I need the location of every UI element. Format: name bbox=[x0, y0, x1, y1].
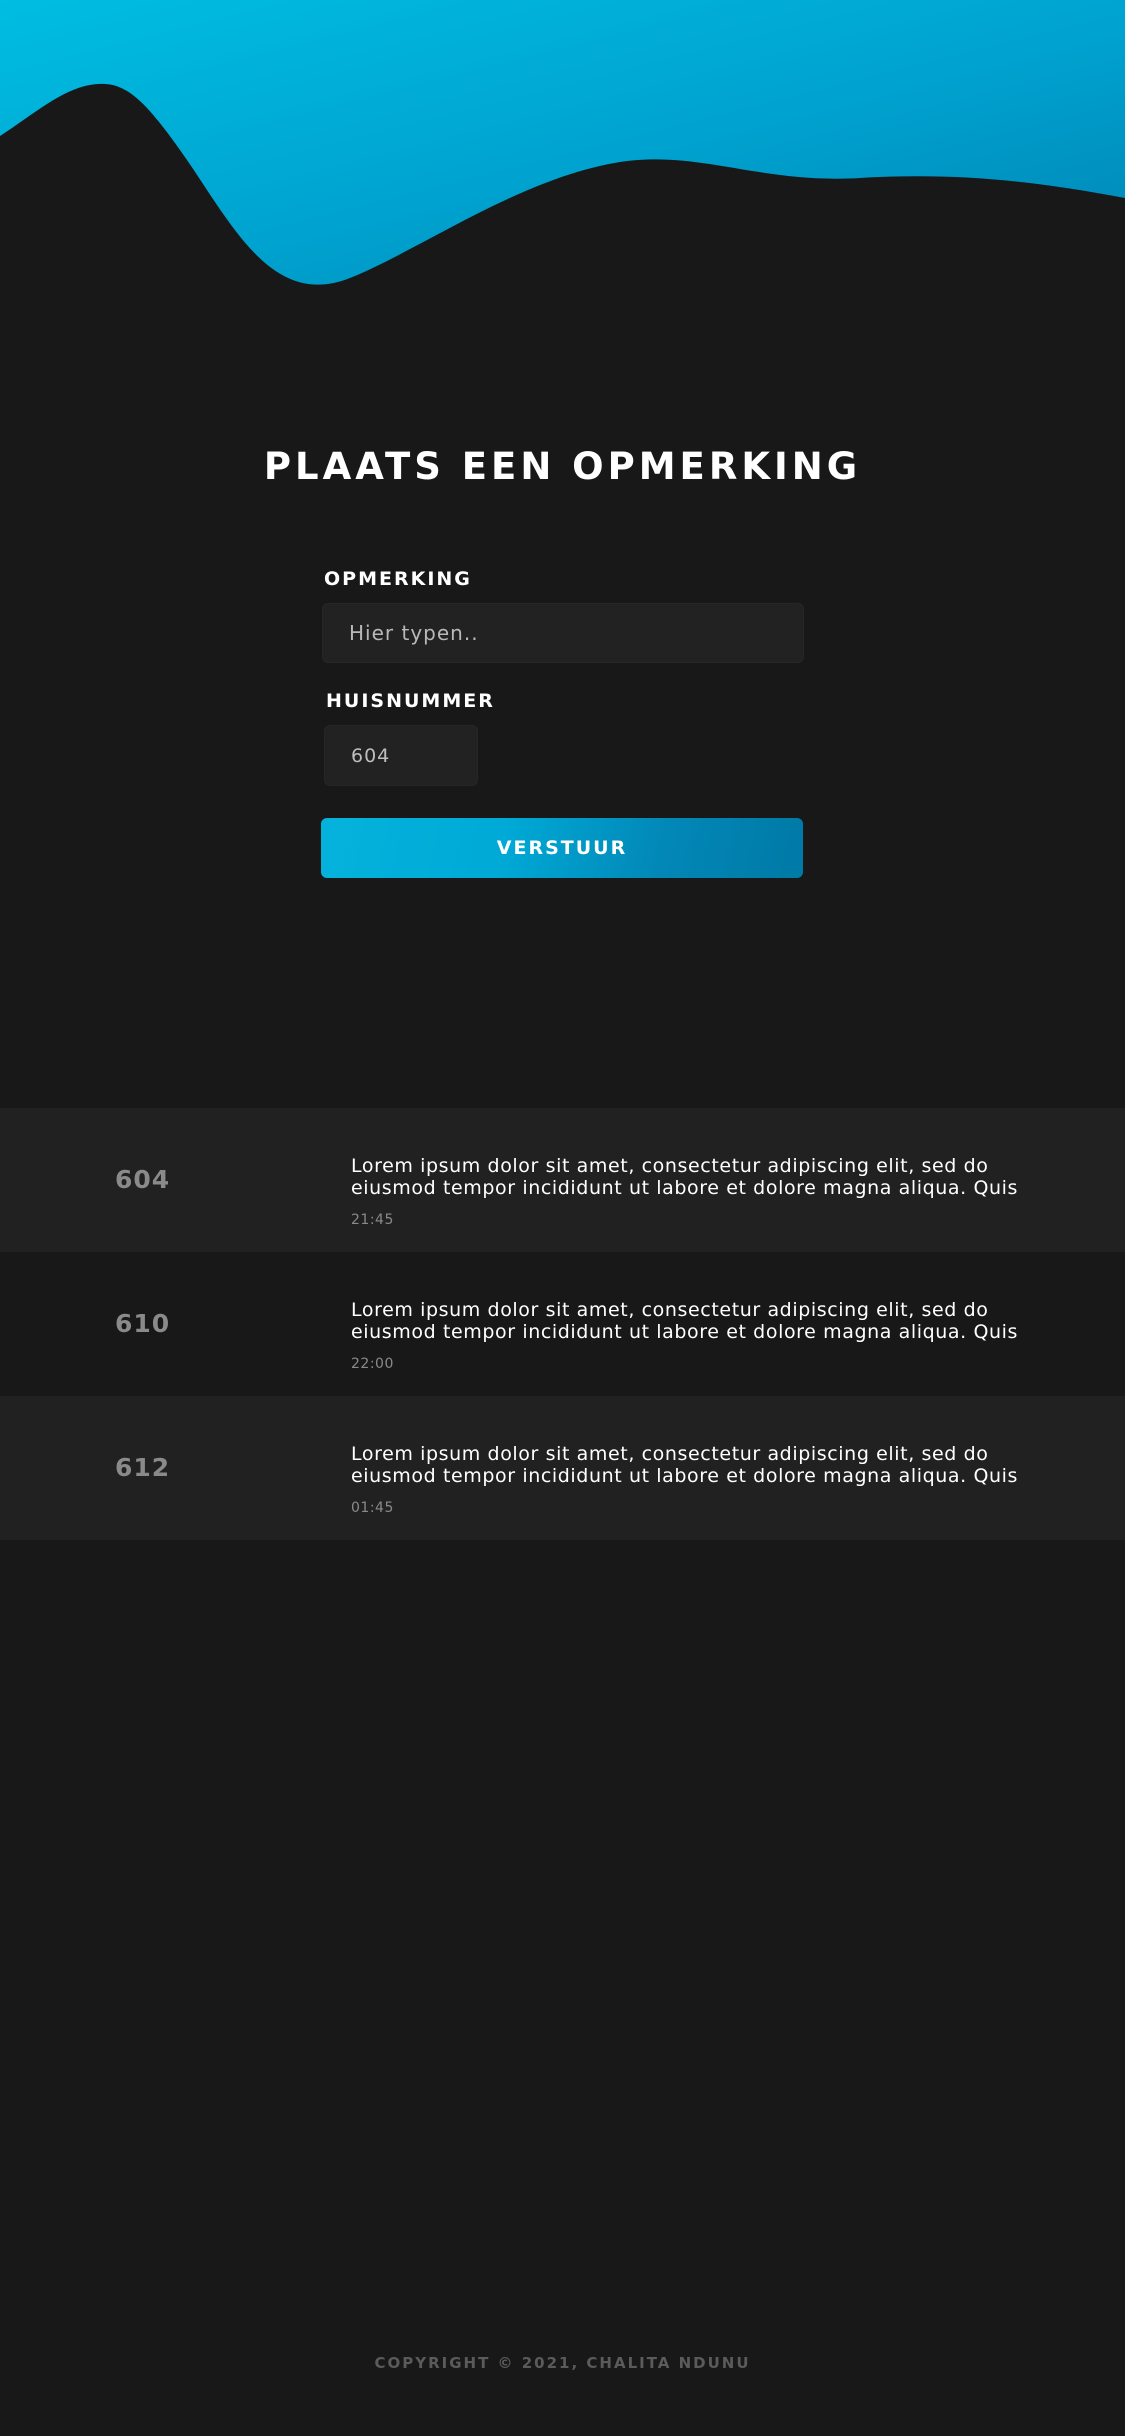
house-number-input[interactable] bbox=[324, 725, 478, 786]
submit-button[interactable]: VERSTUUR bbox=[321, 818, 803, 878]
comment-body: Lorem ipsum dolor sit amet, consectetur … bbox=[351, 1155, 1091, 1228]
comment-item: 610 Lorem ipsum dolor sit amet, consecte… bbox=[0, 1252, 1125, 1396]
comment-list: 604 Lorem ipsum dolor sit amet, consecte… bbox=[0, 1108, 1125, 1540]
house-number-label: HUISNUMMER bbox=[326, 690, 495, 712]
comment-time: 01:45 bbox=[351, 1500, 394, 1516]
comment-label: OPMERKING bbox=[324, 568, 472, 590]
comment-form: OPMERKING HUISNUMMER VERSTUUR bbox=[321, 568, 804, 878]
comment-item: 612 Lorem ipsum dolor sit amet, consecte… bbox=[0, 1396, 1125, 1540]
comment-body: Lorem ipsum dolor sit amet, consectetur … bbox=[351, 1443, 1091, 1516]
comment-item: 604 Lorem ipsum dolor sit amet, consecte… bbox=[0, 1108, 1125, 1252]
comment-house-number: 612 bbox=[115, 1453, 171, 1482]
comment-body: Lorem ipsum dolor sit amet, consectetur … bbox=[351, 1299, 1091, 1372]
comment-time: 21:45 bbox=[351, 1212, 394, 1228]
comment-text: Lorem ipsum dolor sit amet, consectetur … bbox=[351, 1443, 1019, 1487]
page-title: PLAATS EEN OPMERKING bbox=[263, 445, 862, 488]
comment-text: Lorem ipsum dolor sit amet, consectetur … bbox=[351, 1299, 1019, 1343]
header-wave bbox=[0, 0, 1125, 285]
comment-house-number: 610 bbox=[115, 1309, 171, 1338]
comment-house-number: 604 bbox=[115, 1165, 171, 1194]
comment-text: Lorem ipsum dolor sit amet, consectetur … bbox=[351, 1155, 1019, 1199]
footer-copyright: COPYRIGHT © 2021, CHALITA NDUNU bbox=[374, 2354, 751, 2372]
comment-input[interactable] bbox=[322, 603, 804, 663]
comment-time: 22:00 bbox=[351, 1356, 394, 1372]
